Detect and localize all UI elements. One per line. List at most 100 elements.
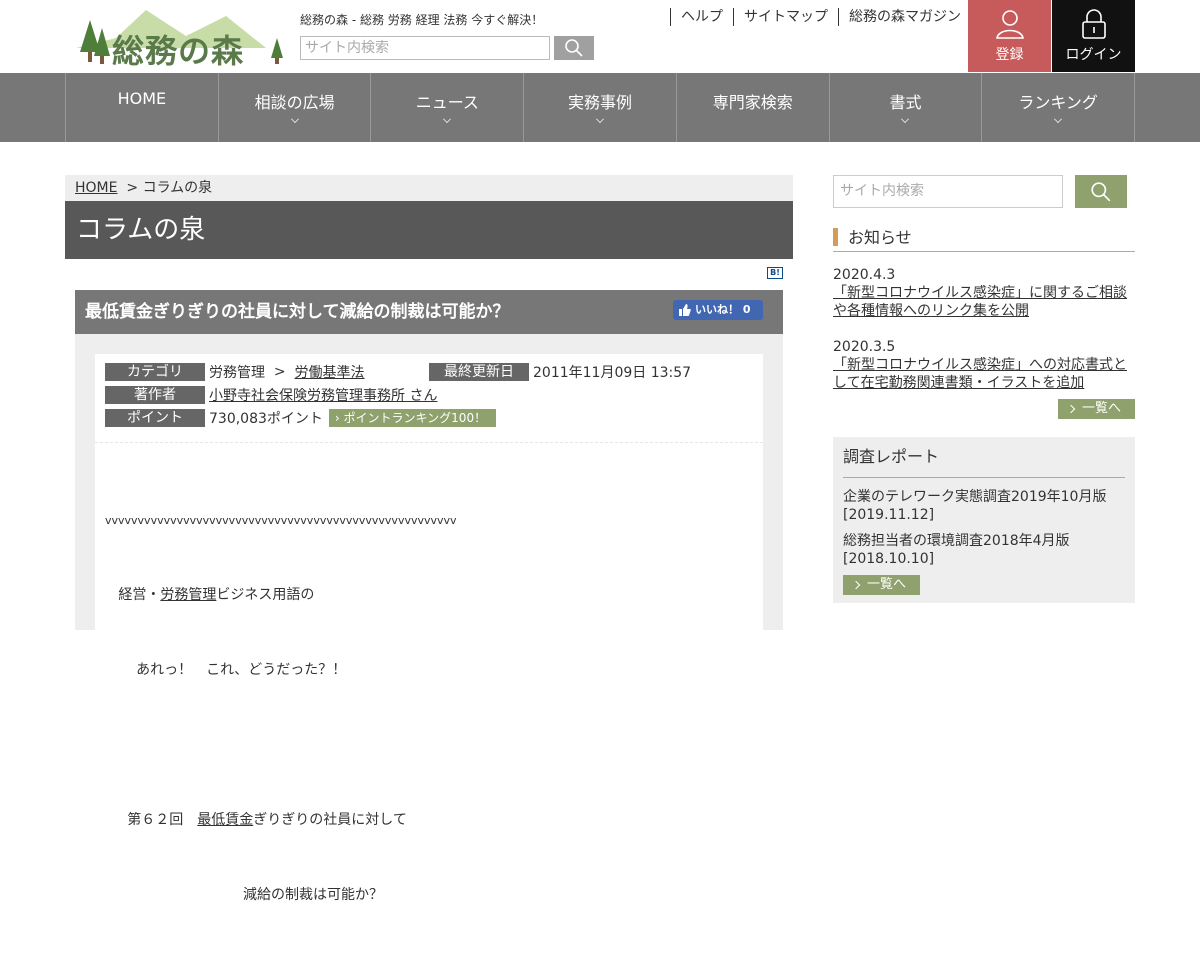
- register-label: 登録: [995, 47, 1024, 63]
- nav-ranking[interactable]: ランキング: [982, 73, 1136, 142]
- news-link[interactable]: 「新型コロナウイルス感染症」に関するご相談や各種情報へのリンク集を公開: [833, 285, 1127, 319]
- like-label: いいね！ 0: [695, 303, 751, 316]
- content-line: あれっ！ これ、どうだった？！: [105, 658, 457, 683]
- article-content: vvvvvvvvvvvvvvvvvvvvvvvvvvvvvvvvvvvvvvvv…: [105, 458, 457, 958]
- magazine-link[interactable]: 総務の森マガジン: [838, 8, 971, 26]
- register-button[interactable]: 登録: [968, 0, 1051, 72]
- site-logo[interactable]: 総務の森: [76, 8, 288, 70]
- notice-heading: お知らせ: [833, 227, 1135, 252]
- header-search-input[interactable]: サイト内検索: [300, 36, 550, 60]
- report-date: [2018.10.10]: [843, 551, 935, 567]
- category-row: カテゴリ 労務管理 > 労働基準法: [105, 363, 365, 381]
- report-item[interactable]: 企業のテレワーク実態調査2019年10月版 [2019.11.12]: [843, 488, 1125, 524]
- report-title: 総務担当者の環境調査2018年4月版: [843, 533, 1070, 549]
- content-text: 減給の制裁は可能か？: [242, 887, 383, 903]
- nav-experts[interactable]: 専門家検索: [677, 73, 830, 142]
- news-item: 2020.4.3 「新型コロナウイルス感染症」に関するご相談や各種情報へのリンク…: [833, 266, 1135, 320]
- nav-news[interactable]: ニュース: [371, 73, 525, 142]
- nav-label: ランキング: [1018, 93, 1098, 112]
- updated-value: 2011年11月09日 13:57: [533, 365, 692, 381]
- sidebar-search-button[interactable]: [1075, 175, 1127, 208]
- search-icon: [1091, 181, 1111, 201]
- nav-cases[interactable]: 実務事例: [524, 73, 677, 142]
- chevron-down-icon: [290, 115, 299, 123]
- thumbs-up-icon: [679, 304, 691, 316]
- updated-row: 最終更新日 2011年11月09日 13:57: [429, 363, 691, 381]
- category-label: カテゴリ: [105, 363, 205, 381]
- login-button[interactable]: ログイン: [1052, 0, 1135, 72]
- point-ranking-label: ポイントランキング100！: [343, 411, 487, 425]
- report-panel: 調査レポート 企業のテレワーク実態調査2019年10月版 [2019.11.12…: [833, 437, 1135, 603]
- breadcrumb-separator: >: [126, 180, 139, 196]
- login-label: ログイン: [1065, 47, 1122, 63]
- nav-forms[interactable]: 書式: [830, 73, 983, 142]
- news-item: 2020.3.5 「新型コロナウイルス感染症」への対応書式として在宅勤務関連書類…: [833, 338, 1135, 392]
- nav-label: 実務事例: [568, 93, 633, 112]
- news-date: 2020.4.3: [833, 267, 896, 283]
- site-tagline: 総務の森 - 総務 労務 経理 法務 今すぐ解決！: [300, 13, 544, 27]
- report-more-button[interactable]: 一覧へ: [843, 575, 920, 595]
- report-date: [2019.11.12]: [843, 507, 935, 523]
- sidebar-search-input[interactable]: サイト内検索: [833, 175, 1063, 208]
- chevron-down-icon: [1054, 115, 1063, 123]
- lock-icon: [1082, 9, 1106, 39]
- report-title: 企業のテレワーク実態調査2019年10月版: [843, 489, 1107, 505]
- nav-label: 書式: [889, 93, 922, 112]
- content-text: ぎりぎりの社員に対して: [253, 812, 407, 828]
- chevron-down-icon: [596, 115, 604, 123]
- content-line: vvvvvvvvvvvvvvvvvvvvvvvvvvvvvvvvvvvvvvvv…: [105, 514, 457, 527]
- help-link[interactable]: ヘルプ: [670, 8, 733, 26]
- author-row: 著作者 小野寺社会保険労務管理事務所 さん: [105, 386, 437, 404]
- content-line: [105, 733, 457, 758]
- top-links: ヘルプ サイトマップ 総務の森マガジン: [670, 8, 971, 26]
- points-row: ポイント 730,083ポイント › ポイントランキング100！: [105, 409, 497, 427]
- page-title: コラムの泉: [65, 201, 793, 259]
- breadcrumb-current: コラムの泉: [142, 180, 213, 196]
- points-value: 730,083ポイント: [209, 411, 323, 427]
- content-line: 経営・労務管理ビジネス用語の: [105, 583, 457, 608]
- logo-text: 総務の森: [112, 32, 245, 70]
- nav-label: ニュース: [415, 93, 479, 112]
- content-line: 減給の制裁は可能か？: [105, 883, 457, 908]
- chevron-right-icon: ›: [334, 411, 344, 425]
- author-label: 著作者: [105, 386, 205, 404]
- keyword-link[interactable]: 労務管理: [160, 587, 216, 603]
- report-heading: 調査レポート: [843, 445, 1125, 478]
- news-more-button[interactable]: 一覧へ: [1058, 399, 1135, 419]
- article-title-text: 最低賃金ぎりぎりの社員に対して減給の制裁は可能か？: [85, 302, 510, 322]
- article-body: カテゴリ 労務管理 > 労働基準法 最終更新日 2011年11月09日 13:5…: [95, 354, 763, 903]
- nav-home[interactable]: HOME: [66, 73, 219, 142]
- article: 最低賃金ぎりぎりの社員に対して減給の制裁は可能か？ いいね！ 0 カテゴリ 労務…: [75, 290, 783, 903]
- content-text: 経営・: [118, 587, 161, 603]
- divider: [95, 442, 763, 443]
- user-icon: [996, 10, 1024, 39]
- author-link[interactable]: 小野寺社会保険労務管理事務所 さん: [209, 385, 437, 405]
- nav-label: 相談の広場: [254, 93, 335, 112]
- points-label: ポイント: [105, 409, 205, 427]
- hatena-bookmark-button[interactable]: B!: [767, 267, 783, 279]
- breadcrumb-home-link[interactable]: HOME: [75, 180, 117, 196]
- category-link[interactable]: 労働基準法: [295, 362, 365, 382]
- news-link[interactable]: 「新型コロナウイルス感染症」への対応書式として在宅勤務関連書類・イラストを追加: [833, 357, 1127, 391]
- report-item[interactable]: 総務担当者の環境調査2018年4月版 [2018.10.10]: [843, 532, 1125, 568]
- site-header: 総務の森 総務の森 - 総務 労務 経理 法務 今すぐ解決！ サイト内検索 ヘル…: [0, 0, 1200, 73]
- nav-label: 専門家検索: [712, 93, 793, 112]
- content-text: あれっ！ これ、どうだった？！: [136, 662, 347, 678]
- nav-forum[interactable]: 相談の広場: [219, 73, 372, 142]
- category-separator: >: [273, 364, 286, 380]
- search-icon: [565, 39, 583, 57]
- news-date: 2020.3.5: [833, 339, 896, 355]
- facebook-like-button[interactable]: いいね！ 0: [673, 300, 763, 320]
- content-text: 第６２回: [127, 812, 198, 828]
- nav-label: HOME: [117, 89, 167, 108]
- sitemap-link[interactable]: サイトマップ: [733, 8, 838, 26]
- header-search-button[interactable]: [554, 36, 594, 60]
- content-line: 第６２回 最低賃金ぎりぎりの社員に対して: [105, 808, 457, 833]
- point-ranking-button[interactable]: › ポイントランキング100！: [328, 409, 497, 427]
- breadcrumb: HOME > コラムの泉: [65, 175, 793, 201]
- updated-label: 最終更新日: [429, 363, 529, 381]
- keyword-link[interactable]: 最低賃金: [197, 812, 253, 828]
- global-nav: HOME 相談の広場 ニュース 実務事例 専門家検索 書式 ランキング: [0, 73, 1200, 142]
- category-parent: 労務管理: [209, 365, 265, 381]
- content-text: ビジネス用語の: [216, 587, 315, 603]
